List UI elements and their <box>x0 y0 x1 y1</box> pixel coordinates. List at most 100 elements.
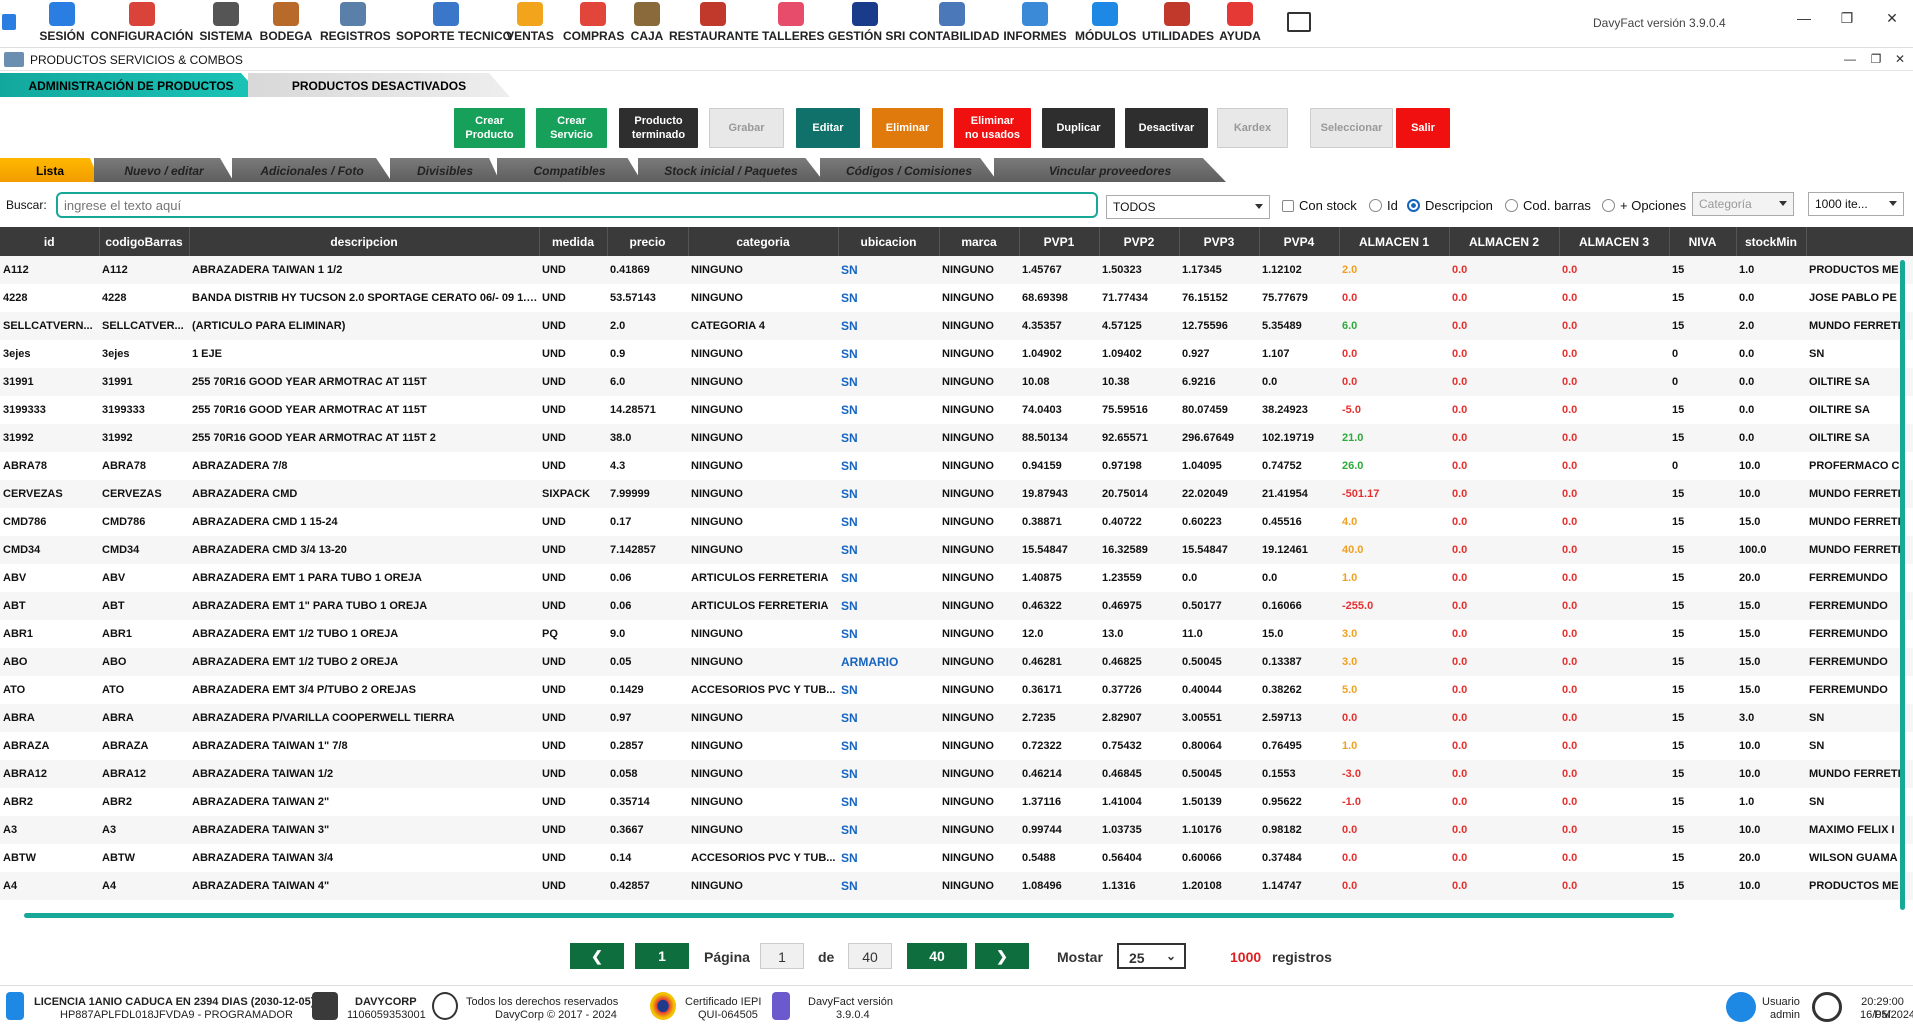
column-header-categoria[interactable]: categoria <box>688 227 839 256</box>
table-row[interactable]: A3 A3 ABRAZADERA TAIWAN 3" UND 0.3667 NINGUNO… <box>0 816 1913 844</box>
table-row[interactable]: 31991 31991 255 70R16 GOOD YEAR ARMOTRAC A… <box>0 368 1913 396</box>
search-input[interactable] <box>56 192 1098 218</box>
producto-terminado-button[interactable]: Producto terminado <box>619 108 698 148</box>
close-icon[interactable]: ✕ <box>1880 10 1904 27</box>
subtab-compatibles[interactable]: Compatibles <box>497 158 642 182</box>
cod-barras-radio[interactable]: Cod. barras <box>1505 198 1591 213</box>
column-header-niva[interactable]: NIVA <box>1669 227 1737 256</box>
column-header-id[interactable]: id <box>0 227 100 256</box>
filter-select[interactable]: TODOS <box>1106 195 1270 219</box>
table-row[interactable]: ABT ABT ABRAZADERA EMT 1" PARA TUBO 1 OREJ… <box>0 592 1913 620</box>
menu-talleres[interactable]: TALLERES <box>762 0 824 46</box>
table-row[interactable]: ABTW ABTW ABRAZADERA TAIWAN 3/4 UND 0.14 ACCE… <box>0 844 1913 872</box>
crear-producto-button[interactable]: Crear Producto <box>454 108 525 148</box>
menu-contabilidad[interactable]: CONTABILIDAD <box>909 0 999 46</box>
subtab-stock-inicial-paquetes[interactable]: Stock inicial / Paquetes <box>638 158 824 182</box>
column-header-ubicacion[interactable]: ubicacion <box>838 227 940 256</box>
table-row[interactable]: ABRAZA ABRAZA ABRAZADERA TAIWAN 1" 7/8 UND 0… <box>0 732 1913 760</box>
con-stock-checkbox[interactable]: Con stock <box>1282 198 1357 213</box>
rows-per-page-select[interactable]: 25 ⌄ <box>1117 943 1186 969</box>
column-header-almacen-1[interactable]: ALMACEN 1 <box>1339 227 1450 256</box>
table-row[interactable]: 31992 31992 255 70R16 GOOD YEAR ARMOTRAC A… <box>0 424 1913 452</box>
table-row[interactable]: ABRA ABRA ABRAZADERA P/VARILLA COOPERWELL … <box>0 704 1913 732</box>
prev-page-button[interactable]: ❮ <box>570 943 624 969</box>
menu-soporte-tecnico[interactable]: SOPORTE TECNICO <box>396 0 512 46</box>
tab-productos-desactivados[interactable]: PRODUCTOS DESACTIVADOS <box>248 73 510 97</box>
last-page-button[interactable]: 40 <box>907 943 967 969</box>
page-input[interactable]: 1 <box>760 943 804 969</box>
vertical-scrollbar[interactable] <box>1900 260 1905 910</box>
kardex-button[interactable]: Kardex <box>1217 108 1288 148</box>
horizontal-scrollbar[interactable] <box>24 913 1674 918</box>
subtab-c-digos-comisiones[interactable]: Códigos / Comisiones <box>820 158 998 182</box>
crear-servicio-button[interactable]: Crear Servicio <box>536 108 607 148</box>
table-row[interactable]: ABV ABV ABRAZADERA EMT 1 PARA TUBO 1 OREJA… <box>0 564 1913 592</box>
next-page-button[interactable]: ❯ <box>975 943 1029 969</box>
table-row[interactable]: CMD786 CMD786 ABRAZADERA CMD 1 15-24 UND 0.1… <box>0 508 1913 536</box>
eliminar-button[interactable]: Eliminar <box>872 108 943 148</box>
table-row[interactable]: SELLCATVERN... SELLCATVER... (ARTICULO PAR… <box>0 312 1913 340</box>
minimize-icon[interactable]: — <box>1792 10 1816 26</box>
subtab-nuevo-editar[interactable]: Nuevo / editar <box>94 158 234 182</box>
menu-bodega[interactable]: BODEGA <box>259 0 313 46</box>
column-header-pvp4[interactable]: PVP4 <box>1259 227 1340 256</box>
menu-utilidades[interactable]: UTILIDADES <box>1142 0 1214 46</box>
column-header-stockmin[interactable]: stockMin <box>1736 227 1807 256</box>
table-row[interactable]: CMD34 CMD34 ABRAZADERA CMD 3/4 13-20 UND 7.1… <box>0 536 1913 564</box>
table-row[interactable]: ABR1 ABR1 ABRAZADERA EMT 1/2 TUBO 1 OREJA P… <box>0 620 1913 648</box>
child-close-icon[interactable]: ✕ <box>1888 52 1912 66</box>
table-row[interactable]: 3ejes 3ejes 1 EJE UND 0.9 NINGUNO SN NINGUNO 1.0… <box>0 340 1913 368</box>
editar-button[interactable]: Editar <box>796 108 860 148</box>
table-row[interactable]: A4 A4 ABRAZADERA TAIWAN 4" UND 0.42857 NINGUN… <box>0 872 1913 900</box>
menu-caja[interactable]: CAJA <box>629 0 665 46</box>
table-row[interactable]: ABRA78 ABRA78 ABRAZADERA 7/8 UND 4.3 NINGUNO S… <box>0 452 1913 480</box>
child-maximize-icon[interactable]: ❐ <box>1864 52 1888 66</box>
menu-ayuda[interactable]: AYUDA <box>1218 0 1262 46</box>
column-header-pvp1[interactable]: PVP1 <box>1019 227 1100 256</box>
grabar-button[interactable]: Grabar <box>709 108 784 148</box>
descripcion-radio[interactable]: Descripcion <box>1407 198 1493 213</box>
subtab-adicionales-foto[interactable]: Adicionales / Foto <box>232 158 392 182</box>
page-size-select[interactable]: 1000 ite... <box>1808 192 1904 216</box>
menu-módulos[interactable]: MÓDULOS <box>1075 0 1136 46</box>
column-header-precio[interactable]: precio <box>607 227 689 256</box>
tab-administracion-productos[interactable]: ADMINISTRACIÓN DE PRODUCTOS <box>0 73 262 97</box>
child-minimize-icon[interactable]: — <box>1838 52 1862 66</box>
menu-restaurante[interactable]: RESTAURANTE <box>669 0 759 46</box>
table-row[interactable]: ABO ABO ABRAZADERA EMT 1/2 TUBO 2 OREJA UND… <box>0 648 1913 676</box>
menu-compras[interactable]: COMPRAS <box>563 0 624 46</box>
salir-button[interactable]: Salir <box>1396 108 1450 148</box>
id-radio[interactable]: Id <box>1369 198 1398 213</box>
menu-sistema[interactable]: SISTEMA <box>199 0 253 46</box>
menu-gestión-sri[interactable]: GESTIÓN SRI <box>828 0 905 46</box>
column-header-marca[interactable]: marca <box>939 227 1020 256</box>
current-page-button[interactable]: 1 <box>635 943 689 969</box>
menu-ventas[interactable]: VENTAS <box>505 0 555 46</box>
column-header-extra[interactable] <box>1806 227 1913 256</box>
table-row[interactable]: ATO ATO ABRAZADERA EMT 3/4 P/TUBO 2 OREJAS… <box>0 676 1913 704</box>
column-header-descripcion[interactable]: descripcion <box>189 227 540 256</box>
window-menu-icon[interactable] <box>1287 12 1311 32</box>
table-row[interactable]: ABR2 ABR2 ABRAZADERA TAIWAN 2" UND 0.35714 NI… <box>0 788 1913 816</box>
subtab-lista[interactable]: Lista <box>0 158 100 182</box>
menu-informes[interactable]: INFORMES <box>1002 0 1068 46</box>
table-row[interactable]: A112 A112 ABRAZADERA TAIWAN 1 1/2 UND 0.4186… <box>0 256 1913 284</box>
category-select[interactable]: Categoría <box>1692 192 1794 216</box>
menu-registros[interactable]: REGISTROS <box>320 0 391 46</box>
subtab-divisibles[interactable]: Divisibles <box>390 158 500 182</box>
mas-opciones-radio[interactable]: + Opciones <box>1602 198 1686 213</box>
table-row[interactable]: 4228 4228 BANDA DISTRIB HY TUCSON 2.0 SPOR… <box>0 284 1913 312</box>
column-header-almacen-2[interactable]: ALMACEN 2 <box>1449 227 1560 256</box>
eliminar-no-usados-button[interactable]: Eliminar no usados <box>954 108 1031 148</box>
column-header-almacen-3[interactable]: ALMACEN 3 <box>1559 227 1670 256</box>
seleccionar-button[interactable]: Seleccionar <box>1310 108 1393 148</box>
subtab-vincular-proveedores[interactable]: Vincular proveedores <box>994 158 1226 182</box>
duplicar-button[interactable]: Duplicar <box>1042 108 1115 148</box>
maximize-icon[interactable]: ❐ <box>1835 10 1859 27</box>
column-header-medida[interactable]: medida <box>539 227 608 256</box>
desactivar-button[interactable]: Desactivar <box>1125 108 1208 148</box>
table-row[interactable]: 3199333 3199333 255 70R16 GOOD YEAR ARMOTR… <box>0 396 1913 424</box>
column-header-pvp2[interactable]: PVP2 <box>1099 227 1180 256</box>
column-header-pvp3[interactable]: PVP3 <box>1179 227 1260 256</box>
column-header-codigobarras[interactable]: codigoBarras <box>99 227 190 256</box>
